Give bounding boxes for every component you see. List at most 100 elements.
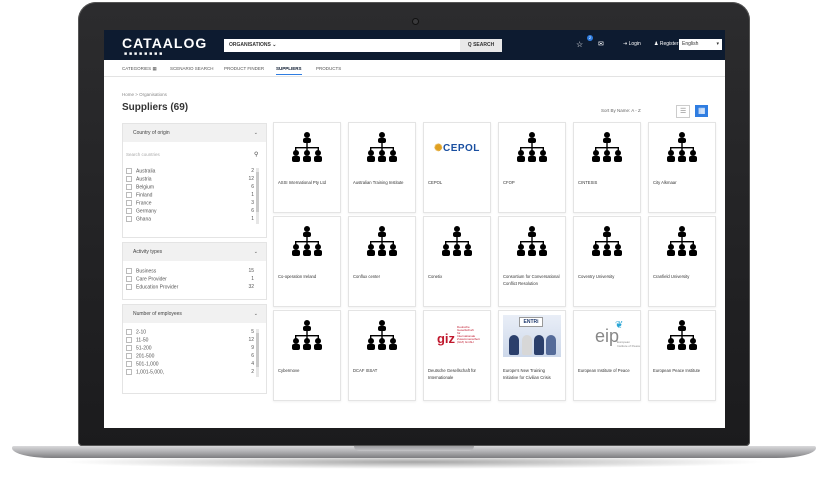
option-count: 6 [251,208,254,214]
search-input[interactable] [286,39,460,52]
tab-categories[interactable]: CATEGORIES ▦ [122,66,157,72]
supplier-card[interactable]: Co-operation Ireland [273,216,341,307]
list-view-button[interactable]: ☰ [676,105,690,118]
supplier-name: Coventry University [578,274,615,279]
checkbox[interactable] [126,329,132,335]
entri-logo: ENTRi [502,314,562,358]
tab-products[interactable]: PRODUCTS [316,66,341,71]
supplier-name: Conflux center [353,274,380,279]
organisation-icon [502,126,562,170]
country-search-input[interactable]: Search countries [126,152,160,157]
supplier-card[interactable]: Cybermove [273,310,341,401]
grid-view-button[interactable]: ▦ [695,105,708,117]
option-count: 12 [248,176,254,182]
login-label: Login [628,41,641,47]
supplier-name: Co-operation Ireland [278,274,317,279]
supplier-card[interactable]: City Alkmaar [648,122,716,213]
tab-suppliers[interactable]: SUPPLIERS [276,66,302,75]
supplier-card[interactable]: CFOP [498,122,566,213]
checkbox[interactable] [126,168,132,174]
sub-navigation: CATEGORIES ▦ SCENARIO SEARCH PRODUCT FIN… [104,60,725,77]
supplier-card[interactable]: Coventry University [573,216,641,307]
checkbox[interactable] [126,184,132,190]
supplier-card[interactable]: ASSI International Pty Ltd [273,122,341,213]
option-label: 51-200 [136,345,152,352]
supplier-card[interactable]: ENTRi Europe's New Training Initiative fo… [498,310,566,401]
supplier-card[interactable]: CINTESIS [573,122,641,213]
cepol-logo-text: CEPOL [442,142,480,154]
tab-scenario-search[interactable]: SCENARIO SEARCH [170,66,214,71]
scrollbar-thumb[interactable] [256,333,259,367]
checkbox[interactable] [126,361,132,367]
checkbox[interactable] [126,192,132,198]
activity-option[interactable]: Education Provider 32 [126,284,254,291]
employees-option[interactable]: 51-200 9 [126,345,254,352]
supplier-card[interactable]: Conetix [423,216,491,307]
chat-icon[interactable]: ✉ [598,40,604,48]
language-select[interactable]: English ▾ [679,39,722,50]
option-label: Australia [136,168,156,175]
checkbox[interactable] [126,284,132,290]
option-label: 1,001-5,000, [136,369,165,376]
supplier-card[interactable]: eip ❦ European Institute of Peace European … [573,310,641,401]
country-option[interactable]: Finland 1 [126,192,254,199]
country-option[interactable]: Belgium 6 [126,184,254,191]
person-icon [522,335,532,355]
employees-option[interactable]: 201-500 6 [126,353,254,360]
sort-select[interactable]: Sort By Name: A - Z [601,108,641,113]
checkbox[interactable] [126,369,132,375]
country-option[interactable]: France 3 [126,200,254,207]
supplier-card[interactable]: Conflux center [348,216,416,307]
employees-option[interactable]: 2-10 5 [126,329,254,336]
supplier-card[interactable]: Consortium for Conversational Conflict R… [498,216,566,307]
supplier-card[interactable]: Cranfield University [648,216,716,307]
organisations-select[interactable]: ORGANISATIONS ⌄ [224,39,289,52]
supplier-card[interactable]: DCAF ISSAT [348,310,416,401]
country-option[interactable]: Ghana 1 [126,216,254,223]
checkbox[interactable] [126,337,132,343]
tab-product-finder[interactable]: PRODUCT FINDER [224,66,264,71]
checkbox[interactable] [126,208,132,214]
search-icon: ⚲ [254,152,259,158]
employees-scrollbar[interactable] [256,329,259,377]
star-icon[interactable]: ☆ [576,40,583,49]
option-count: 5 [251,329,254,335]
search-button[interactable]: Q SEARCH [460,39,502,52]
supplier-card[interactable]: ✺CEPOL CEPOL [423,122,491,213]
logo[interactable]: CATAALOG [122,35,207,51]
scrollbar-thumb[interactable] [256,172,259,212]
employees-option[interactable]: 11-50 12 [126,337,254,344]
supplier-card[interactable]: European Peace Institute [648,310,716,401]
checkbox[interactable] [126,176,132,182]
organisation-icon [577,126,637,170]
checkbox[interactable] [126,276,132,282]
country-filter-header[interactable]: Country of origin ⌄ [123,124,266,142]
supplier-card[interactable]: gizDeutsche Gesellschaft für Internation… [423,310,491,401]
breadcrumb[interactable]: Home > Organisations [122,92,167,97]
login-link[interactable]: ⇥ Login [623,41,641,47]
eip-logo: eip ❦ European Institute of Peace [577,314,640,358]
notification-badge: 2 [587,35,593,41]
giz-logo-subtext: Deutsche Gesellschaft für Internationale… [457,325,480,344]
checkbox[interactable] [126,216,132,222]
checkbox[interactable] [126,200,132,206]
employees-option[interactable]: 501-1,000 4 [126,361,254,368]
activity-filter-header[interactable]: Activity types ⌄ [123,243,266,261]
employees-filter-header[interactable]: Number of employees ⌄ [123,305,266,323]
supplier-name: Australian Training Institute [353,180,404,185]
checkbox[interactable] [126,353,132,359]
country-option[interactable]: Austria 12 [126,176,254,183]
register-link[interactable]: ♟ Register [654,41,679,47]
organisations-select-label: ORGANISATIONS [229,42,271,48]
country-scrollbar[interactable] [256,168,259,224]
option-count: 12 [248,337,254,343]
country-option[interactable]: Australia 2 [126,168,254,175]
activity-option[interactable]: Care Provider 1 [126,276,254,283]
checkbox[interactable] [126,268,132,274]
organisation-icon [352,126,412,170]
supplier-card[interactable]: Australian Training Institute [348,122,416,213]
activity-option[interactable]: Business 15 [126,268,254,275]
employees-option[interactable]: 1,001-5,000, 2 [126,369,254,376]
country-option[interactable]: Germany 6 [126,208,254,215]
checkbox[interactable] [126,345,132,351]
